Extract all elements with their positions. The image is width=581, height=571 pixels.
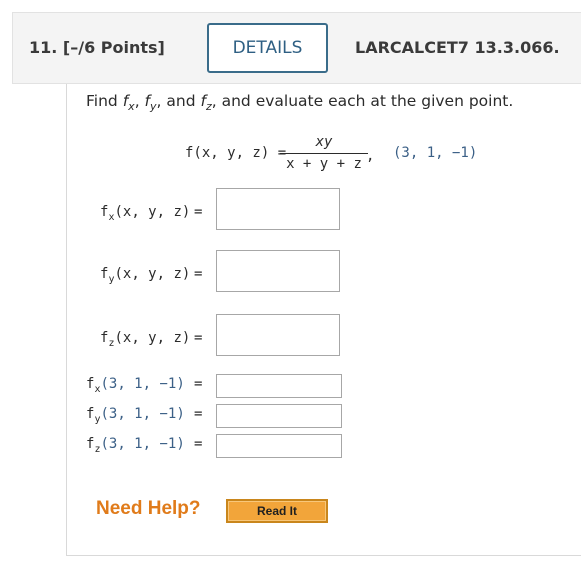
- fz-eval-label: fz(3, 1, −1): [86, 436, 185, 455]
- function-fraction: xy x + y + z: [280, 134, 368, 172]
- fz-eval-input[interactable]: [216, 434, 342, 458]
- need-help-label: Need Help?: [96, 498, 201, 519]
- question-header: 11. [–/6 Points] DETAILS LARCALCET7 13.3…: [12, 12, 581, 84]
- function-comma: ,: [366, 148, 375, 164]
- fx-label: fx(x, y, z): [100, 204, 191, 223]
- details-button[interactable]: DETAILS: [207, 23, 328, 73]
- function-lhs: f(x, y, z) =: [185, 145, 287, 161]
- fz-answer-input[interactable]: [216, 314, 340, 356]
- read-it-button[interactable]: Read It: [226, 499, 328, 523]
- fx-eval-label: fx(3, 1, −1): [86, 376, 185, 395]
- fx-eval-equals: =: [194, 376, 203, 392]
- fy-equals: =: [194, 266, 203, 282]
- question-code: LARCALCET7 13.3.066.: [355, 38, 560, 57]
- fraction-numerator: xy: [315, 134, 333, 150]
- fy-answer-input[interactable]: [216, 250, 340, 292]
- fy-eval-input[interactable]: [216, 404, 342, 428]
- fy-label: fy(x, y, z): [100, 266, 191, 285]
- fy-eval-equals: =: [194, 406, 203, 422]
- fx-answer-input[interactable]: [216, 188, 340, 230]
- fz-label: fz(x, y, z): [100, 330, 191, 349]
- given-point: (3, 1, −1): [393, 145, 478, 161]
- fx-eval-input[interactable]: [216, 374, 342, 398]
- fy-eval-label: fy(3, 1, −1): [86, 406, 185, 425]
- fx-equals: =: [194, 204, 203, 220]
- fz-eval-equals: =: [194, 436, 203, 452]
- fz-equals: =: [194, 330, 203, 346]
- question-number: 11. [–/6 Points]: [29, 38, 165, 57]
- fraction-denominator: x + y + z: [286, 156, 362, 172]
- instruction-text: Find fx, fy, and fz, and evaluate each a…: [86, 92, 514, 113]
